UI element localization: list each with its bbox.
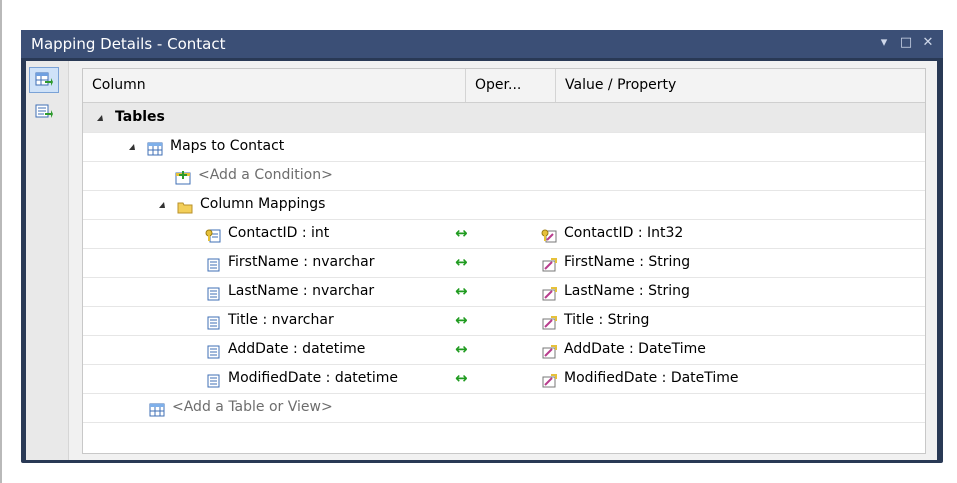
mapping-row[interactable]: ContactID : int ↔ ContactID : Int32 xyxy=(83,219,925,249)
tables-group-row[interactable]: Tables xyxy=(83,103,925,133)
window-left-edge xyxy=(0,0,2,483)
mapping-row[interactable]: ModifiedDate : datetime ↔ ModifiedDate :… xyxy=(83,364,925,394)
column-name: ContactID : int xyxy=(228,225,330,241)
bidirectional-arrow-icon: ↔ xyxy=(455,369,468,387)
property-name[interactable]: LastName : String xyxy=(564,277,690,306)
column-mappings-row[interactable]: Column Mappings xyxy=(83,190,925,220)
property-name[interactable]: AddDate : DateTime xyxy=(564,335,706,364)
column-icon xyxy=(205,342,221,358)
add-condition-label[interactable]: <Add a Condition> xyxy=(198,161,333,190)
map-to-table-button[interactable] xyxy=(29,67,59,93)
column-icon xyxy=(205,371,221,387)
column-icon xyxy=(205,313,221,329)
property-icon xyxy=(541,255,557,271)
property-icon xyxy=(541,342,557,358)
add-table-label[interactable]: <Add a Table or View> xyxy=(172,393,333,422)
collapse-arrow-icon[interactable] xyxy=(129,143,135,150)
window-controls: ▾ □ ✕ xyxy=(877,35,935,50)
mapping-row[interactable]: LastName : nvarchar ↔ LastName : String xyxy=(83,277,925,307)
collapse-arrow-icon[interactable] xyxy=(159,201,165,208)
title-bar: Mapping Details - Contact ▾ □ ✕ xyxy=(21,30,943,58)
add-table-row[interactable]: <Add a Table or View> xyxy=(83,393,925,423)
dropdown-icon[interactable]: ▾ xyxy=(877,35,891,50)
column-icon xyxy=(205,255,221,271)
key-property-icon xyxy=(541,226,557,242)
mapping-row[interactable]: FirstName : nvarchar ↔ FirstName : Strin… xyxy=(83,248,925,278)
property-name[interactable]: ContactID : Int32 xyxy=(564,219,683,248)
value-property-header[interactable]: Value / Property xyxy=(556,69,925,102)
mapping-toolbar xyxy=(26,61,69,460)
condition-icon xyxy=(175,168,191,184)
bidirectional-arrow-icon: ↔ xyxy=(455,282,468,300)
add-condition-row[interactable]: <Add a Condition> xyxy=(83,161,925,191)
collapse-arrow-icon[interactable] xyxy=(97,114,103,121)
column-icon xyxy=(205,284,221,300)
close-icon[interactable]: ✕ xyxy=(921,35,935,50)
column-name: ModifiedDate : datetime xyxy=(228,370,399,386)
property-name[interactable]: FirstName : String xyxy=(564,248,690,277)
table-mapping-icon xyxy=(35,72,53,86)
bidirectional-arrow-icon: ↔ xyxy=(455,224,468,242)
column-name: Title : nvarchar xyxy=(228,312,334,328)
content-area: Column Oper... Value / Property Tables M… xyxy=(26,61,937,460)
column-mappings-label: Column Mappings xyxy=(200,196,326,212)
key-column-icon xyxy=(205,226,221,242)
column-name: AddDate : datetime xyxy=(228,341,366,357)
column-name: FirstName : nvarchar xyxy=(228,254,375,270)
bidirectional-arrow-icon: ↔ xyxy=(455,340,468,358)
maps-to-label: Maps to Contact xyxy=(170,138,285,154)
mapping-row[interactable]: AddDate : datetime ↔ AddDate : DateTime xyxy=(83,335,925,365)
maps-to-row[interactable]: Maps to Contact xyxy=(83,132,925,162)
property-name[interactable]: ModifiedDate : DateTime xyxy=(564,364,739,393)
property-icon xyxy=(541,313,557,329)
mapping-details-window: Mapping Details - Contact ▾ □ ✕ Column O… xyxy=(21,30,943,463)
mapping-row[interactable]: Title : nvarchar ↔ Title : String xyxy=(83,306,925,336)
folder-icon xyxy=(177,197,193,213)
maximize-icon[interactable]: □ xyxy=(899,35,913,50)
mapping-grid: Column Oper... Value / Property Tables M… xyxy=(82,68,926,454)
column-name: LastName : nvarchar xyxy=(228,283,375,299)
tables-label: Tables xyxy=(115,109,165,125)
function-mapping-icon xyxy=(35,104,53,118)
table-icon xyxy=(147,139,163,155)
map-to-functions-button[interactable] xyxy=(29,99,59,125)
bidirectional-arrow-icon: ↔ xyxy=(455,253,468,271)
property-icon xyxy=(541,371,557,387)
window-title: Mapping Details - Contact xyxy=(31,35,226,53)
table-icon xyxy=(149,400,165,416)
grid-header: Column Oper... Value / Property xyxy=(83,69,925,103)
property-name[interactable]: Title : String xyxy=(564,306,649,335)
bidirectional-arrow-icon: ↔ xyxy=(455,311,468,329)
operator-header[interactable]: Oper... xyxy=(466,69,556,102)
column-header[interactable]: Column xyxy=(83,69,466,102)
property-icon xyxy=(541,284,557,300)
